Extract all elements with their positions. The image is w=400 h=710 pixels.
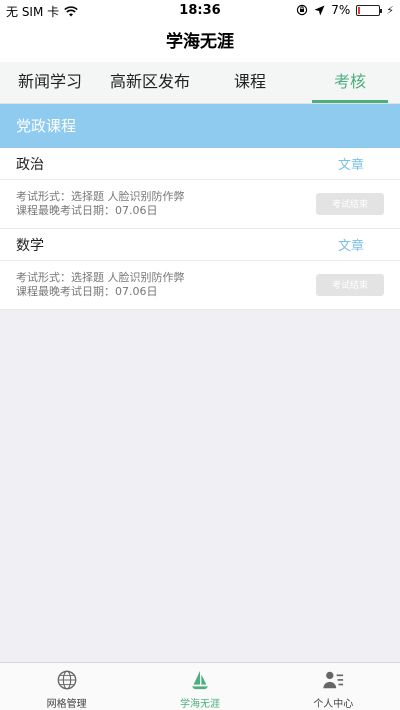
status-right: 7% ⚡ [296, 3, 394, 17]
article-link[interactable]: 文章 [338, 235, 364, 254]
location-arrow-icon [314, 5, 325, 15]
tabbar-label: 个人中心 [313, 699, 354, 710]
course-info: 考试形式：选择题 人脸识别防作弊 课程最晚考试日期：07.06日 [16, 190, 185, 218]
list-item: 数学 文章 考试形式：选择题 人脸识别防作弊 课程最晚考试日期：07.06日 考… [0, 229, 400, 310]
top-tabs: 新闻学习 高新区发布 课程 考核 [0, 62, 400, 104]
tabbar-label: 学海无涯 [179, 699, 220, 710]
course-body: 考试形式：选择题 人脸识别防作弊 课程最晚考试日期：07.06日 考试结束 [0, 180, 400, 228]
grid-globe-icon [57, 670, 77, 690]
tab-courses[interactable]: 课程 [200, 62, 300, 103]
sailboat-icon [191, 670, 209, 690]
course-head: 政治 文章 [0, 148, 400, 180]
course-name: 数学 [16, 237, 44, 254]
course-name: 政治 [16, 156, 44, 173]
section-header: 党政课程 [0, 104, 400, 148]
tab-assessment[interactable]: 考核 [300, 62, 400, 103]
battery-percent: 7% [331, 3, 351, 17]
tab-label: 考核 [333, 72, 366, 91]
tabbar-label: 网格管理 [46, 699, 87, 710]
tab-label: 课程 [233, 72, 266, 91]
battery-level [358, 6, 360, 14]
list-item: 政治 文章 考试形式：选择题 人脸识别防作弊 课程最晚考试日期：07.06日 考… [0, 148, 400, 229]
page-title: 学海无涯 [166, 32, 234, 52]
user-list-icon [323, 671, 344, 689]
tabbar-item-study[interactable]: 学海无涯 [133, 663, 266, 710]
exam-format: 考试形式：选择题 人脸识别防作弊 [16, 190, 185, 203]
section-title: 党政课程 [16, 117, 77, 135]
battery-icon [356, 4, 383, 16]
course-body: 考试形式：选择题 人脸识别防作弊 课程最晚考试日期：07.06日 考试结束 [0, 261, 400, 309]
tab-hitech-release[interactable]: 高新区发布 [100, 62, 200, 103]
course-head: 数学 文章 [0, 229, 400, 261]
nav-bar: 学海无涯 [0, 22, 400, 62]
course-list: 政治 文章 考试形式：选择题 人脸识别防作弊 课程最晚考试日期：07.06日 考… [0, 148, 400, 310]
tabbar-item-grid-management[interactable]: 网格管理 [0, 663, 133, 710]
status-bar: 无 SIM 卡 18:36 7% ⚡ [0, 0, 400, 22]
bottom-tabbar: 网格管理 学海无涯 个人中心 [0, 662, 400, 710]
tab-news-study[interactable]: 新闻学习 [0, 62, 100, 103]
article-link[interactable]: 文章 [338, 154, 364, 173]
charging-bolt-icon: ⚡ [386, 3, 394, 17]
exam-deadline: 课程最晚考试日期：07.06日 [16, 204, 158, 217]
tab-label: 高新区发布 [109, 72, 190, 91]
exam-deadline: 课程最晚考试日期：07.06日 [16, 285, 158, 298]
exam-ended-button[interactable]: 考试结束 [316, 274, 384, 296]
orientation-lock-icon [297, 4, 308, 16]
course-info: 考试形式：选择题 人脸识别防作弊 课程最晚考试日期：07.06日 [16, 271, 185, 299]
tabbar-item-profile[interactable]: 个人中心 [267, 663, 400, 710]
tab-label: 新闻学习 [17, 72, 82, 91]
exam-ended-button[interactable]: 考试结束 [316, 193, 384, 215]
exam-format: 考试形式：选择题 人脸识别防作弊 [16, 271, 185, 284]
